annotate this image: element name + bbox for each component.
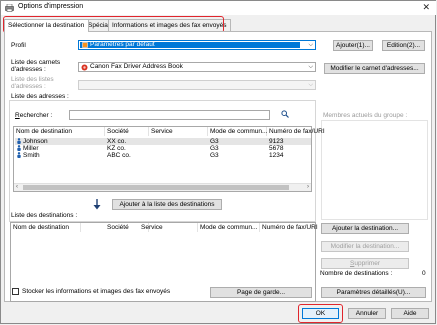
column-header-company[interactable]: Société xyxy=(105,127,149,136)
modify-address-book-button[interactable]: Modifier le carnet d'adresses... xyxy=(324,63,425,74)
mode-cell: G3 xyxy=(210,152,219,159)
chevron-down-icon: ⌵ xyxy=(308,64,313,70)
mode-cell: G3 xyxy=(210,138,219,145)
tab-panel: Profil Paramètres par défaut ⌵ Ajouter(1… xyxy=(4,31,432,302)
cover-page-button[interactable]: Page de garde... xyxy=(210,287,312,298)
address-lists-label-line1: Liste des listes xyxy=(11,76,54,83)
window-title: Options d'impression xyxy=(18,3,84,10)
delete-destination-button[interactable]: Supprimer xyxy=(321,258,409,269)
address-books-label-line1: Liste des carnets xyxy=(11,59,61,66)
chevron-down-icon: ⌵ xyxy=(308,82,313,88)
column-header-mode[interactable]: Mode de commun... xyxy=(208,127,267,136)
address-book-select[interactable]: Canon Fax Driver Address Book ⌵ xyxy=(78,62,316,72)
address-list-caption: Liste des adresses : xyxy=(11,93,69,100)
person-icon xyxy=(17,145,21,151)
company-cell: ABC co. xyxy=(107,152,131,159)
company-cell: KZ co. xyxy=(107,145,126,152)
print-options-dialog: Options d'impression ✕ Sélectionner la d… xyxy=(0,0,436,324)
address-lists-label-line2: d'adresses : xyxy=(11,83,46,90)
person-icon xyxy=(17,152,21,158)
column-header-name[interactable]: Nom de destination xyxy=(14,127,105,136)
address-table: Nom de destination Société Service Mode … xyxy=(13,126,325,192)
help-button[interactable]: Aide xyxy=(391,308,429,319)
canon-address-book-icon xyxy=(81,64,88,71)
chevron-down-icon: ⌵ xyxy=(308,42,313,48)
column-header-service[interactable]: Service xyxy=(139,223,198,232)
scroll-right-icon[interactable]: › xyxy=(307,184,309,191)
address-books-label-line2: d'adresses : xyxy=(11,66,46,73)
destinations-caption: Liste des destinations : xyxy=(11,212,78,219)
profile-edit-button[interactable]: Edition(2)... xyxy=(382,40,425,51)
profile-value: Paramètres par défaut xyxy=(90,41,155,48)
search-input[interactable] xyxy=(69,110,270,120)
number-cell: 5678 xyxy=(269,145,284,152)
group-members-box xyxy=(321,120,428,220)
address-book-value: Canon Fax Driver Address Book xyxy=(90,63,183,70)
tab-label: Sélectionner la destination xyxy=(8,22,85,29)
destination-count-value: 0 xyxy=(422,270,426,277)
destination-name: Johnson xyxy=(23,138,48,145)
table-row[interactable]: Smith ABC co. G3 1234 xyxy=(15,152,311,159)
person-icon xyxy=(17,138,21,144)
mode-cell: G3 xyxy=(210,145,219,152)
detailed-settings-button[interactable]: Paramètres détaillés(U)... xyxy=(321,287,426,298)
scroll-left-icon[interactable]: ‹ xyxy=(16,184,18,191)
table-row[interactable]: Johnson XX co. G3 9123 xyxy=(15,138,311,145)
column-header-name[interactable]: Nom de destination xyxy=(11,223,81,232)
address-list-select[interactable]: ⌵ xyxy=(78,80,316,90)
profile-select[interactable]: Paramètres par défaut ⌵ xyxy=(78,40,316,50)
arrow-down-icon xyxy=(93,199,101,210)
column-header-service[interactable]: Service xyxy=(149,127,208,136)
row-name-cell: Miller xyxy=(17,145,39,152)
ok-highlight-outline xyxy=(298,304,343,323)
destination-name: Smith xyxy=(23,152,40,159)
row-name-cell: Johnson xyxy=(17,138,48,145)
column-header-number[interactable]: Numéro de fax/URI xyxy=(267,127,325,136)
title-bar: Options d'impression ✕ xyxy=(1,1,436,15)
store-fax-info-label: Stocker les informations et images des f… xyxy=(22,288,171,295)
tab-select-destination[interactable]: Sélectionner la destination xyxy=(4,19,89,32)
scrollbar-thumb[interactable] xyxy=(23,185,289,190)
add-destination-button[interactable]: Ajouter la destination... xyxy=(321,223,409,234)
printer-icon xyxy=(5,4,14,12)
profile-add-button[interactable]: Ajouter(1)... xyxy=(333,40,373,51)
close-icon[interactable]: ✕ xyxy=(422,2,430,13)
destination-count-label: Nombre de destinations : xyxy=(320,270,393,277)
add-to-destinations-button[interactable]: Ajouter à la liste des destinations xyxy=(112,199,222,210)
store-fax-info-checkbox[interactable] xyxy=(12,288,19,295)
number-cell: 9123 xyxy=(269,138,284,145)
horizontal-scrollbar[interactable]: ‹ › xyxy=(14,183,311,191)
number-cell: 1234 xyxy=(269,152,284,159)
column-header-number[interactable]: Numéro de fax/URI xyxy=(260,223,318,232)
group-members-label: Membres actuels du groupe : xyxy=(323,112,408,119)
table-row[interactable]: Miller KZ co. G3 5678 xyxy=(15,145,311,152)
profile-icon xyxy=(82,42,88,48)
row-name-cell: Smith xyxy=(17,152,40,159)
modify-destination-button[interactable]: Modifier la destination... xyxy=(321,241,409,252)
column-header-mode[interactable]: Mode de commun... xyxy=(198,223,260,232)
profile-label: Profil xyxy=(11,42,26,49)
search-icon[interactable] xyxy=(281,110,289,118)
destination-name: Miller xyxy=(23,145,39,152)
search-label: Rechercher : xyxy=(15,112,53,119)
company-cell: XX co. xyxy=(107,138,127,145)
cancel-button[interactable]: Annuler xyxy=(348,308,386,319)
